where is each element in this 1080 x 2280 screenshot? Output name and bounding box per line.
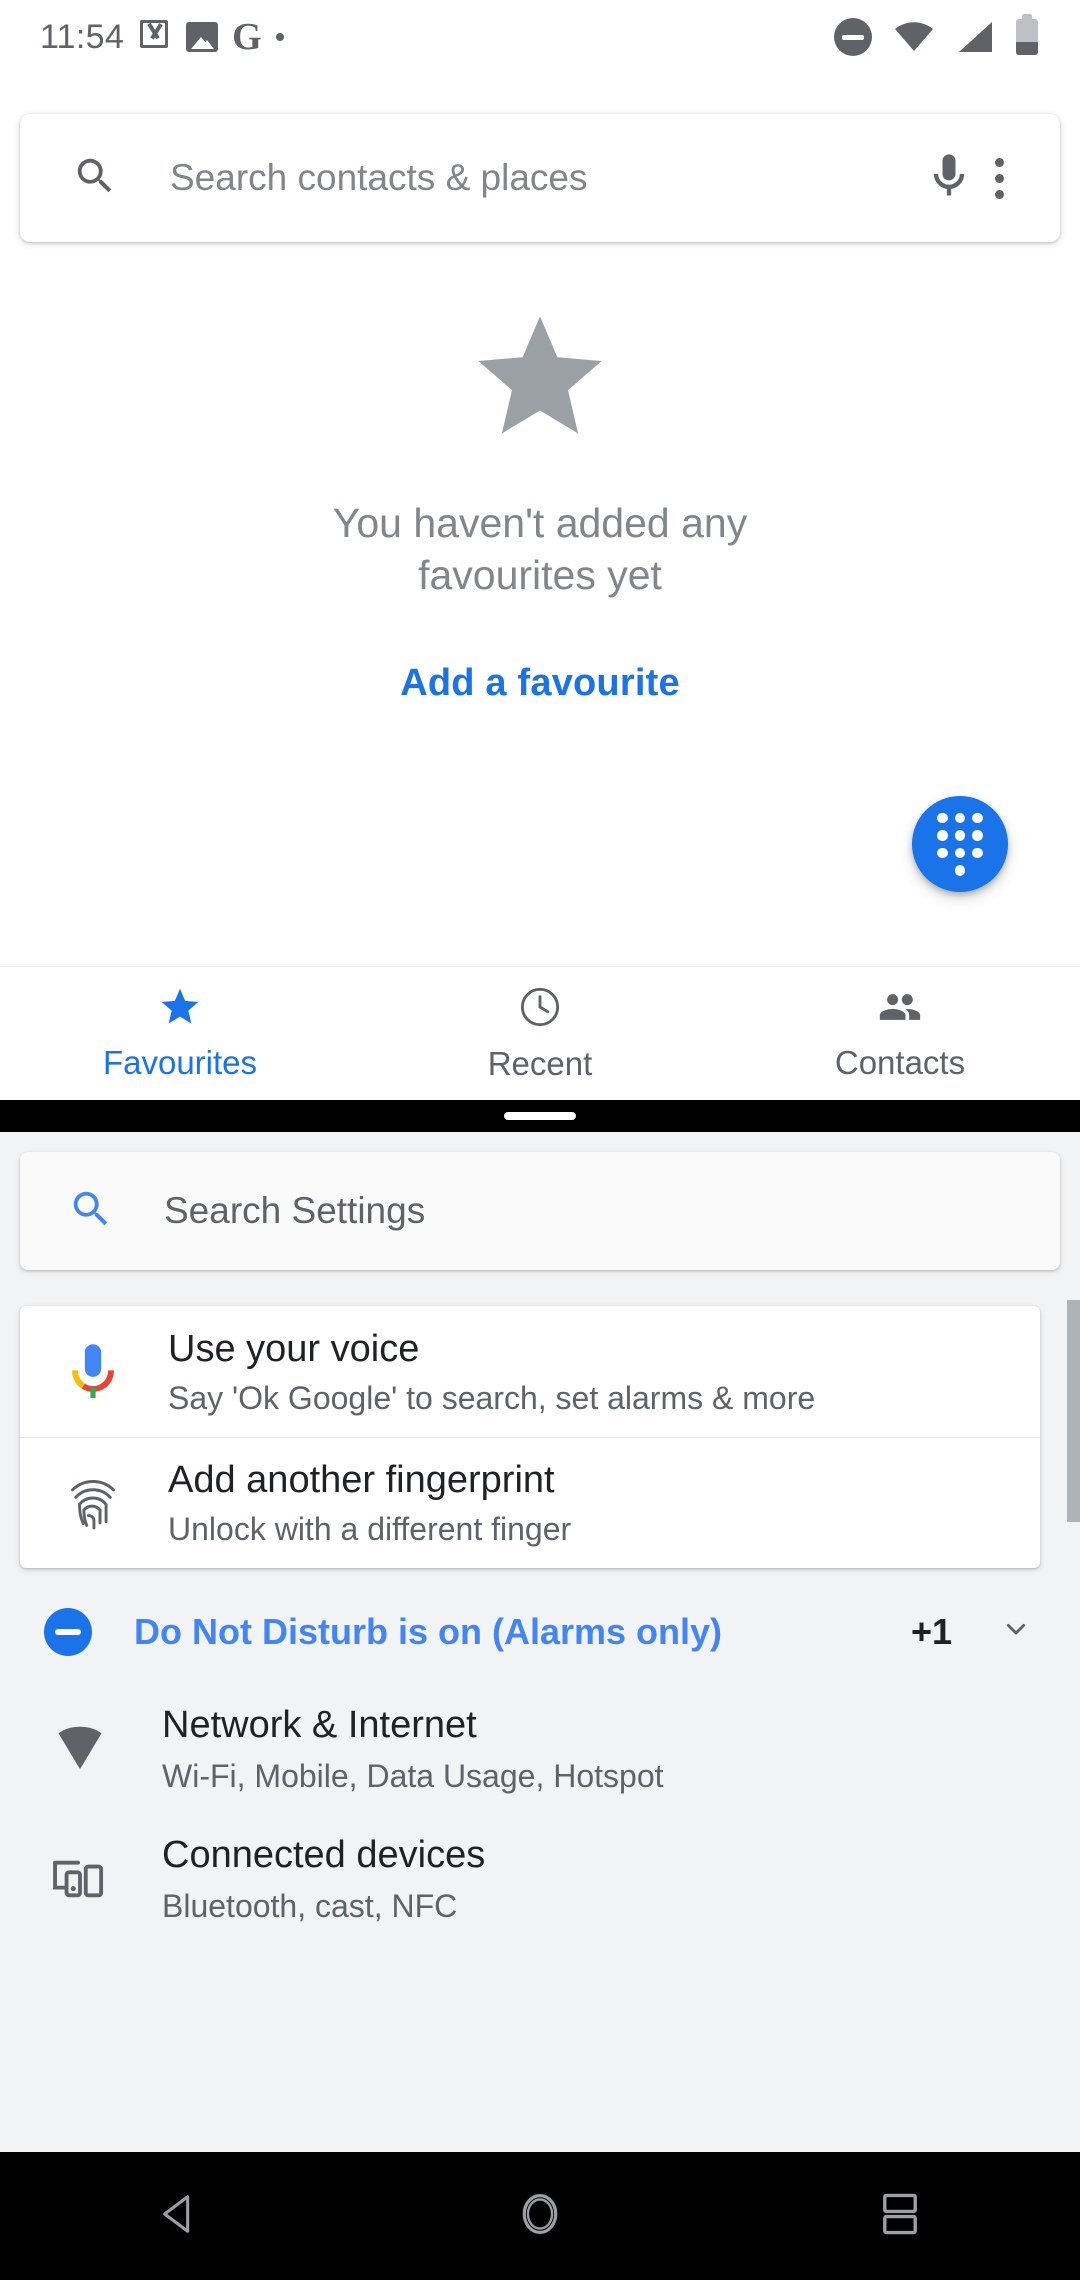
photos-icon bbox=[186, 22, 219, 52]
nav-home-button[interactable] bbox=[360, 2189, 720, 2244]
settings-search-placeholder: Search Settings bbox=[164, 1190, 426, 1231]
star-icon bbox=[462, 304, 618, 457]
settings-item-network-internet[interactable]: Network & Internet Wi-Fi, Mobile, Data U… bbox=[0, 1684, 1080, 1814]
empty-state-message: You haven't added any favourites yet bbox=[332, 500, 748, 599]
suggestion-title: Add another fingerprint bbox=[168, 1459, 555, 1502]
dot-icon bbox=[275, 33, 284, 41]
tab-contacts-label: Contacts bbox=[834, 1044, 966, 1081]
suggestion-text: Use your voice Say 'Ok Google' to search… bbox=[168, 1326, 815, 1418]
suggestion-use-your-voice[interactable]: Use your voice Say 'Ok Google' to search… bbox=[20, 1306, 1040, 1437]
home-circle-icon bbox=[517, 2189, 563, 2244]
back-triangle-icon bbox=[157, 2191, 203, 2242]
split-screen-divider[interactable] bbox=[0, 1100, 1080, 1132]
status-bar: 11:54 G bbox=[0, 0, 1080, 74]
tab-favourites[interactable]: Favourites bbox=[0, 967, 360, 1100]
dialpad-icon bbox=[937, 812, 983, 876]
contacts-search-placeholder: Search contacts & places bbox=[170, 157, 588, 198]
people-icon bbox=[875, 985, 925, 1034]
suggestion-subtitle: Unlock with a different finger bbox=[168, 1511, 572, 1548]
gmail-icon bbox=[138, 20, 172, 54]
google-assistant-mic-icon bbox=[56, 1341, 130, 1403]
notice-count-badge: +1 bbox=[910, 1611, 952, 1652]
battery-icon bbox=[1016, 14, 1038, 55]
status-bar-right bbox=[834, 14, 1080, 56]
favourites-empty-state: You haven't added any favourites yet Add… bbox=[0, 304, 1080, 705]
nav-recents-button[interactable] bbox=[720, 2192, 1080, 2241]
settings-item-connected-devices[interactable]: Connected devices Bluetooth, cast, NFC bbox=[0, 1814, 1080, 1944]
tab-contacts[interactable]: Contacts bbox=[720, 967, 1080, 1100]
wifi-icon bbox=[894, 22, 934, 52]
settings-items-list: Network & Internet Wi-Fi, Mobile, Data U… bbox=[0, 1684, 1080, 1944]
cellular-signal-icon bbox=[956, 21, 994, 53]
settings-scrollbar[interactable] bbox=[1067, 1300, 1080, 1522]
settings-item-subtitle: Bluetooth, cast, NFC bbox=[162, 1887, 458, 1924]
chevron-down-icon[interactable] bbox=[996, 1610, 1036, 1655]
contacts-search-bar[interactable]: Search contacts & places bbox=[20, 114, 1060, 242]
phone-tab-bar: Favourites Recent Contacts bbox=[0, 966, 1080, 1100]
more-options-icon[interactable] bbox=[985, 148, 1014, 209]
fingerprint-icon bbox=[56, 1472, 130, 1534]
tab-recent[interactable]: Recent bbox=[360, 967, 720, 1100]
settings-app-pane: Search Settings Use your voice Say 'Ok G… bbox=[0, 1132, 1080, 2152]
settings-item-subtitle: Wi-Fi, Mobile, Data Usage, Hotspot bbox=[162, 1757, 664, 1794]
tab-favourites-label: Favourites bbox=[102, 1044, 258, 1081]
settings-item-text: Connected devices Bluetooth, cast, NFC bbox=[162, 1833, 485, 1925]
status-bar-left: 11:54 G bbox=[0, 18, 284, 57]
split-screen-recents-icon bbox=[880, 2192, 920, 2241]
star-icon bbox=[157, 985, 203, 1034]
wifi-icon bbox=[44, 1726, 116, 1772]
phone-app-pane: Search contacts & places You haven't add… bbox=[0, 74, 1080, 1100]
dialpad-fab[interactable] bbox=[912, 796, 1008, 892]
status-bar-clock: 11:54 bbox=[40, 17, 125, 56]
settings-item-title: Connected devices bbox=[162, 1834, 486, 1876]
settings-item-text: Network & Internet Wi-Fi, Mobile, Data U… bbox=[162, 1703, 664, 1795]
do-not-disturb-label: Do Not Disturb is on (Alarms only) bbox=[134, 1611, 723, 1652]
divider-handle[interactable] bbox=[504, 1112, 576, 1120]
suggestion-subtitle: Say 'Ok Google' to search, set alarms & … bbox=[168, 1379, 816, 1416]
do-not-disturb-notice[interactable]: Do Not Disturb is on (Alarms only) +1 bbox=[0, 1580, 1080, 1684]
tab-recent-label: Recent bbox=[487, 1045, 593, 1082]
suggestion-add-fingerprint[interactable]: Add another fingerprint Unlock with a di… bbox=[20, 1437, 1040, 1568]
settings-suggestions-card: Use your voice Say 'Ok Google' to search… bbox=[20, 1306, 1040, 1568]
suggestion-text: Add another fingerprint Unlock with a di… bbox=[168, 1457, 571, 1549]
google-g-icon: G bbox=[232, 16, 262, 58]
add-favourite-link[interactable]: Add a favourite bbox=[400, 662, 680, 705]
system-navigation-bar bbox=[0, 2152, 1080, 2280]
android-split-screen: 11:54 G Search contacts & places You hav… bbox=[0, 0, 1080, 2280]
nav-back-button[interactable] bbox=[0, 2191, 360, 2242]
do-not-disturb-icon bbox=[834, 18, 872, 56]
settings-item-title: Network & Internet bbox=[162, 1704, 477, 1746]
search-icon bbox=[68, 1186, 114, 1237]
do-not-disturb-icon bbox=[44, 1608, 92, 1656]
clock-icon bbox=[517, 984, 563, 1035]
microphone-icon[interactable] bbox=[923, 150, 975, 207]
search-icon bbox=[72, 153, 118, 204]
connected-devices-icon bbox=[44, 1855, 116, 1903]
suggestion-title: Use your voice bbox=[168, 1327, 420, 1370]
settings-search-bar[interactable]: Search Settings bbox=[20, 1152, 1060, 1270]
